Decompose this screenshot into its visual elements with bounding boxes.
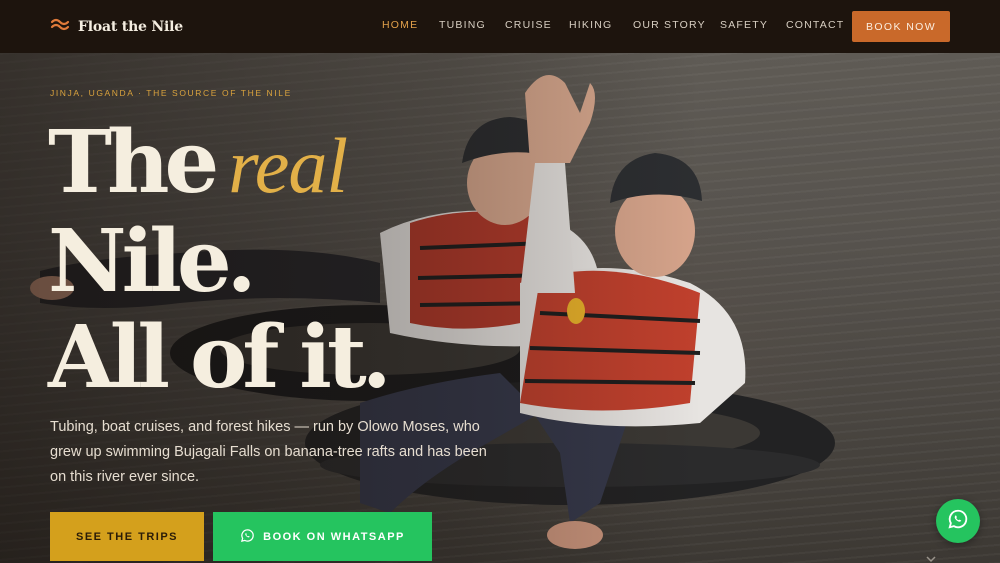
hero-lead: Tubing, boat cruises, and forest hikes —… [50,419,487,485]
see-trips-button[interactable]: SEE THE TRIPS [50,512,204,561]
brand-logo-link[interactable]: Float the Nile [50,14,183,39]
nav-item-contact[interactable]: CONTACT [786,19,844,31]
headline-line-3: All of it. [48,307,392,408]
nav-item-home[interactable]: HOME [382,19,418,31]
whatsapp-icon [240,528,263,546]
headline-line-1: The real [48,115,387,214]
book-now-button[interactable]: BOOK NOW [852,11,950,42]
hero-section: JINJA, UGANDA · THE SOURCE OF THE NILE T… [0,53,1000,563]
nav-item-tubing[interactable]: TUBING [439,19,486,31]
book-whatsapp-button[interactable]: BOOK ON WHATSAPP [213,512,432,561]
hero-headline: The real Nile. All of it. [48,115,392,408]
hero-eyebrow: JINJA, UGANDA · THE SOURCE OF THE NILE [50,88,292,98]
whatsapp-icon [947,508,969,535]
site-header: Float the Nile HOME TUBING CRUISE HIKING… [0,0,1000,53]
headline-accent: real [228,122,348,209]
headline-word-the: The [48,112,219,213]
nav-item-hiking[interactable]: HIKING [569,19,612,31]
headline-line-2: Nile. [48,211,257,312]
nav-item-safety[interactable]: SAFETY [720,19,768,31]
brand-name: Float the Nile [78,18,183,35]
book-whatsapp-label: BOOK ON WHATSAPP [263,530,405,543]
whatsapp-float-button[interactable] [936,499,980,543]
nav-item-our-story[interactable]: OUR STORY [633,19,706,31]
nav-item-cruise[interactable]: CRUISE [505,19,552,31]
wave-logo-icon [50,14,70,39]
chevron-down-icon[interactable] [925,551,937,563]
